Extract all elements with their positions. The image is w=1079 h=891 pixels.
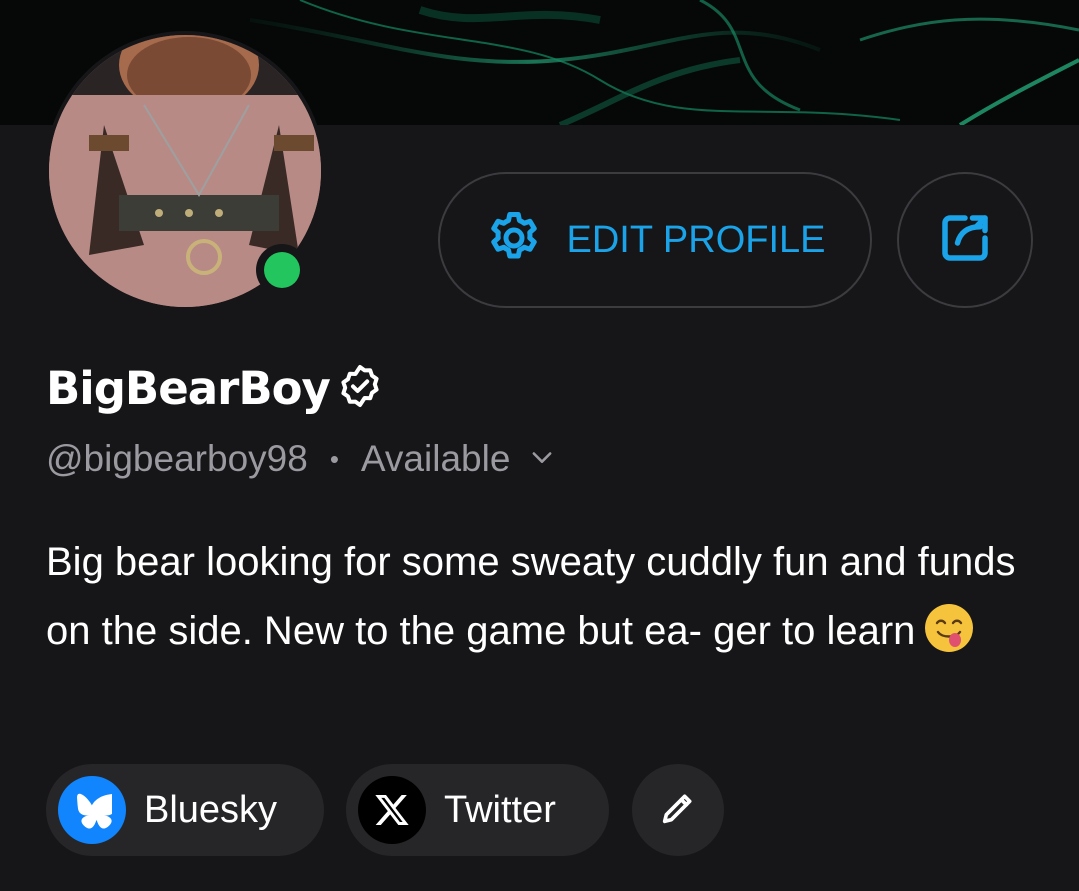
gear-icon	[484, 208, 544, 273]
bluesky-butterfly-icon	[58, 776, 126, 844]
chevron-down-icon	[528, 438, 556, 480]
face-savoring-food-emoji	[923, 602, 975, 676]
bio-text: Big bear looking for some sweaty cuddly …	[46, 540, 1016, 653]
status-dropdown[interactable]: Available	[361, 438, 556, 480]
edit-links-button[interactable]	[632, 764, 724, 856]
status-label: Available	[360, 438, 511, 479]
bluesky-link-chip[interactable]: Bluesky	[46, 764, 324, 856]
display-name-row: BigBearBoy	[46, 362, 384, 415]
profile-bio: Big bear looking for some sweaty cuddly …	[46, 528, 1036, 676]
pencil-icon	[658, 788, 698, 833]
display-name: BigBearBoy	[46, 362, 331, 415]
profile-handle: @bigbearboy98	[46, 438, 308, 479]
verified-badge-icon	[336, 362, 384, 415]
x-logo-icon	[358, 776, 426, 844]
twitter-link-chip[interactable]: Twitter	[346, 764, 609, 856]
meta-separator: •	[329, 443, 339, 474]
presence-online-indicator	[256, 244, 308, 296]
twitter-link-label: Twitter	[444, 788, 556, 831]
edit-profile-button[interactable]: EDIT PROFILE	[438, 172, 872, 308]
edit-profile-label: EDIT PROFILE	[566, 218, 826, 261]
share-icon	[935, 208, 995, 273]
profile-meta-row: @bigbearboy98 • Available	[46, 438, 556, 480]
bluesky-link-label: Bluesky	[144, 788, 278, 831]
share-profile-button[interactable]	[897, 172, 1033, 308]
